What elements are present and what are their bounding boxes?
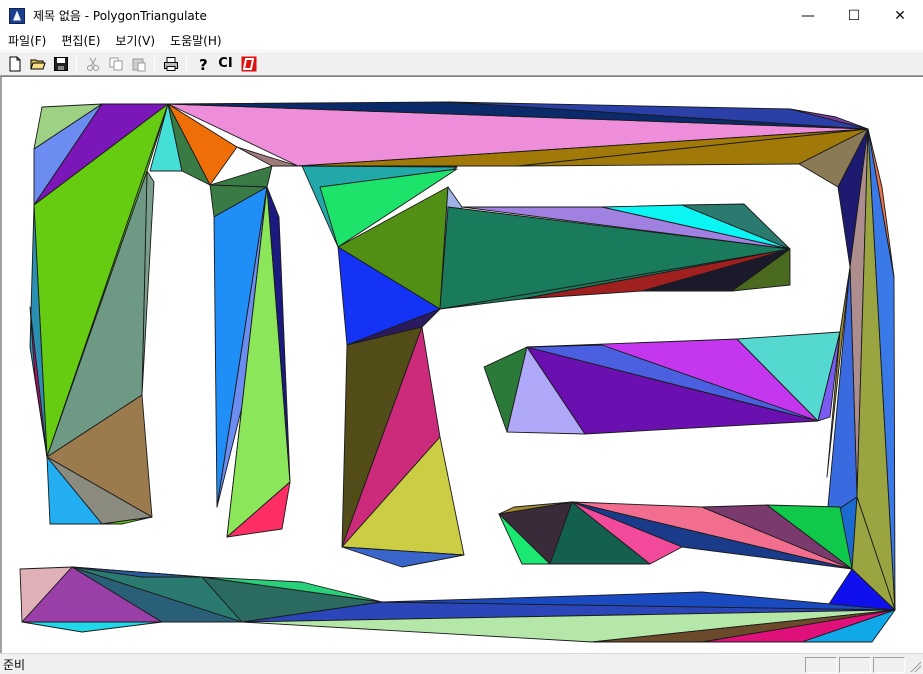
save-icon [53, 56, 68, 71]
new-file-icon [9, 56, 20, 71]
drawing-canvas[interactable] [0, 76, 923, 653]
help-icon: ? [199, 56, 208, 72]
maximize-button[interactable]: ☐ [831, 0, 877, 31]
status-pane [805, 657, 837, 673]
svg-text:?: ? [199, 56, 208, 72]
paste-icon [132, 58, 145, 71]
triangle [21, 621, 163, 633]
triangulation-drawing [19, 101, 896, 643]
window-title: 제목 없음 - PolygonTriangulate [33, 9, 207, 23]
cut-icon [86, 57, 99, 71]
help-button[interactable]: ? [191, 53, 214, 75]
menu-bar: 파일(F) 편집(E) 보기(V) 도움말(H) [0, 31, 923, 51]
copy-icon [109, 57, 122, 70]
toolbar-separator [76, 53, 77, 74]
status-text: 준비 [3, 657, 26, 672]
polygon-icon [241, 56, 256, 71]
app-icon[interactable] [9, 7, 25, 24]
triangulate-button[interactable] [237, 53, 260, 75]
toolbar-separator [154, 53, 155, 74]
toolbar: ? CI [0, 51, 923, 76]
menu-file[interactable]: 파일(F) [0, 31, 53, 51]
cut-button[interactable] [81, 53, 104, 75]
new-file-button[interactable] [3, 53, 26, 75]
print-icon [163, 56, 178, 71]
menu-edit[interactable]: 편집(E) [53, 31, 107, 51]
paste-button[interactable] [127, 53, 150, 75]
title-bar: 제목 없음 - PolygonTriangulate — ☐ ✕ [0, 0, 923, 31]
close-button[interactable]: ✕ [877, 0, 923, 31]
resize-grip-icon[interactable] [909, 660, 921, 672]
open-folder-icon [29, 59, 46, 69]
open-folder-button[interactable] [26, 53, 49, 75]
toolbar-separator [186, 53, 187, 74]
minimize-button[interactable]: — [785, 0, 831, 31]
status-pane [839, 657, 871, 673]
print-button[interactable] [159, 53, 182, 75]
save-button[interactable] [49, 53, 72, 75]
clear-label: CI [218, 56, 233, 71]
status-panes [805, 657, 905, 673]
menu-help[interactable]: 도움말(H) [162, 31, 229, 51]
status-bar: 준비 [0, 653, 923, 674]
clear-button[interactable]: CI [214, 53, 237, 75]
status-pane [873, 657, 905, 673]
menu-view[interactable]: 보기(V) [107, 31, 162, 51]
window-controls: — ☐ ✕ [785, 0, 923, 31]
copy-button[interactable] [104, 53, 127, 75]
